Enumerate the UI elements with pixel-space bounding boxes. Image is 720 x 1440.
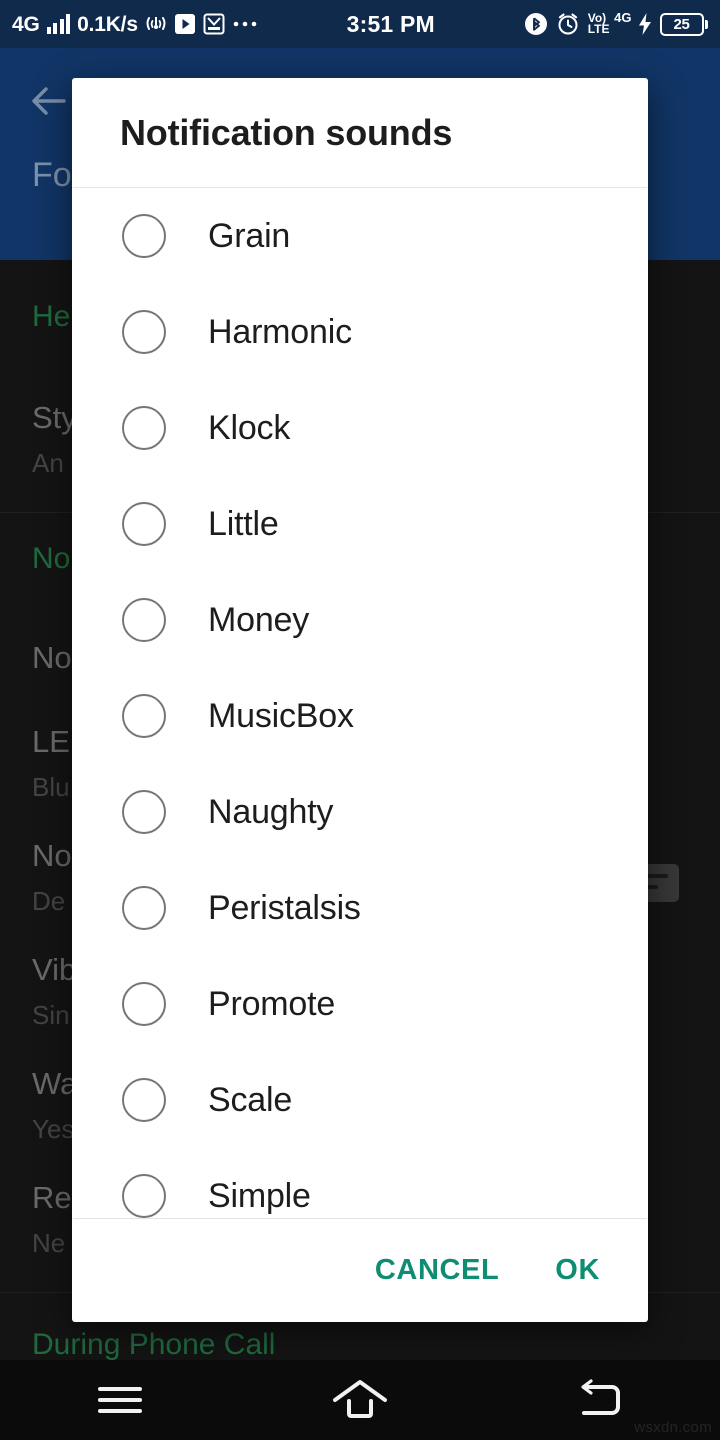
settings-row-subtitle: Sin xyxy=(32,1000,70,1030)
settings-row-subtitle: Ne xyxy=(32,1228,66,1258)
sound-option-label: Klock xyxy=(208,408,291,447)
dialog-action-bar: CANCEL OK xyxy=(72,1219,648,1322)
sound-option-row[interactable]: MusicBox xyxy=(72,668,648,764)
battery-cap xyxy=(705,19,708,29)
watermark: wsxdn.com xyxy=(634,1419,712,1436)
settings-row-title[interactable]: No xyxy=(32,838,72,874)
sound-option-label: Simple xyxy=(208,1176,311,1215)
status-bar-left: 4G 0.1K/s xyxy=(0,13,258,35)
status-bar: 4G 0.1K/s 3:51 PM Vo) LTE 4G 25 xyxy=(0,0,720,48)
settings-row-title[interactable]: Vib xyxy=(32,952,76,988)
home-icon[interactable] xyxy=(240,1360,480,1440)
charging-bolt-icon xyxy=(638,13,652,35)
sound-option-row[interactable]: Little xyxy=(72,476,648,572)
sound-option-label: Peristalsis xyxy=(208,888,361,927)
settings-row-title[interactable]: No xyxy=(32,640,72,676)
settings-row-title[interactable]: Sty xyxy=(32,400,77,436)
dialog-title: Notification sounds xyxy=(120,111,453,153)
sound-option-row[interactable]: Klock xyxy=(72,380,648,476)
cancel-button[interactable]: CANCEL xyxy=(371,1246,503,1295)
sound-option-row[interactable]: Peristalsis xyxy=(72,860,648,956)
radio-button-icon[interactable] xyxy=(122,214,166,258)
settings-row-subtitle: An xyxy=(32,448,64,478)
sound-option-label: Scale xyxy=(208,1080,293,1119)
sound-option-label: Little xyxy=(208,504,279,543)
sound-option-label: MusicBox xyxy=(208,696,354,735)
sound-option-row[interactable]: Money xyxy=(72,572,648,668)
settings-section-header: No xyxy=(32,542,71,575)
volte-icon: Vo) LTE 4G xyxy=(587,11,632,36)
battery-percent-label: 25 xyxy=(659,12,704,36)
sound-option-row[interactable]: Promote xyxy=(72,956,648,1052)
hotspot-icon xyxy=(145,14,167,34)
settings-row-subtitle: Yes xyxy=(32,1114,75,1144)
notification-sounds-dialog: Notification sounds Grain Harmonic Klock… xyxy=(72,78,648,1322)
network-type-right-label: 4G xyxy=(614,9,632,25)
bluetooth-icon xyxy=(524,12,548,36)
navigation-bar xyxy=(0,1360,720,1440)
settings-row-title[interactable]: LE xyxy=(32,724,70,760)
network-type-label: 4G xyxy=(12,12,40,36)
settings-section-header: During Phone Call xyxy=(32,1328,276,1360)
more-notifications-icon xyxy=(232,20,258,28)
radio-button-icon[interactable] xyxy=(122,886,166,930)
sound-option-label: Naughty xyxy=(208,792,334,831)
volte-bottom-label: LTE xyxy=(587,22,610,36)
settings-row-title[interactable]: Re xyxy=(32,1180,72,1216)
settings-row-subtitle: De xyxy=(32,886,66,916)
app-bar-title: Fo xyxy=(32,156,72,194)
signal-bars-icon xyxy=(46,14,71,34)
radio-button-icon[interactable] xyxy=(122,310,166,354)
alarm-icon xyxy=(556,12,580,36)
radio-button-icon[interactable] xyxy=(122,790,166,834)
radio-button-icon[interactable] xyxy=(122,982,166,1026)
back-arrow-icon[interactable] xyxy=(26,78,72,124)
menu-icon[interactable] xyxy=(0,1360,240,1440)
phone-screen: 4G 0.1K/s 3:51 PM Vo) LTE 4G 25 Fo He St… xyxy=(0,0,720,1440)
sound-option-row[interactable]: Scale xyxy=(72,1052,648,1148)
inbox-icon xyxy=(203,13,225,35)
sound-option-label: Harmonic xyxy=(208,312,352,351)
sound-option-row[interactable]: Harmonic xyxy=(72,284,648,380)
settings-row-subtitle: Blu xyxy=(32,772,70,802)
radio-button-icon[interactable] xyxy=(122,502,166,546)
sound-option-label: Grain xyxy=(208,216,291,255)
status-bar-clock: 3:51 PM xyxy=(346,10,435,37)
data-rate-label: 0.1K/s xyxy=(77,12,138,36)
settings-section-header: He xyxy=(32,300,71,333)
sound-option-row[interactable]: Naughty xyxy=(72,764,648,860)
radio-button-icon[interactable] xyxy=(122,1174,166,1218)
status-bar-right: Vo) LTE 4G 25 xyxy=(524,11,720,36)
radio-button-icon[interactable] xyxy=(122,598,166,642)
battery-icon: 25 xyxy=(659,12,708,36)
sound-option-label: Money xyxy=(208,600,310,639)
radio-button-icon[interactable] xyxy=(122,406,166,450)
status-bar-center: 3:51 PM xyxy=(258,11,524,38)
radio-button-icon[interactable] xyxy=(122,1078,166,1122)
play-store-icon xyxy=(174,13,196,35)
sound-option-label: Promote xyxy=(208,984,336,1023)
sound-option-row[interactable]: Simple xyxy=(72,1148,648,1218)
sound-option-row[interactable]: Grain xyxy=(72,188,648,284)
settings-row-title[interactable]: Wa xyxy=(32,1066,77,1102)
ok-button[interactable]: OK xyxy=(551,1246,604,1295)
radio-button-icon[interactable] xyxy=(122,694,166,738)
sound-options-list[interactable]: Grain Harmonic Klock Little Money MusicB… xyxy=(72,188,648,1218)
